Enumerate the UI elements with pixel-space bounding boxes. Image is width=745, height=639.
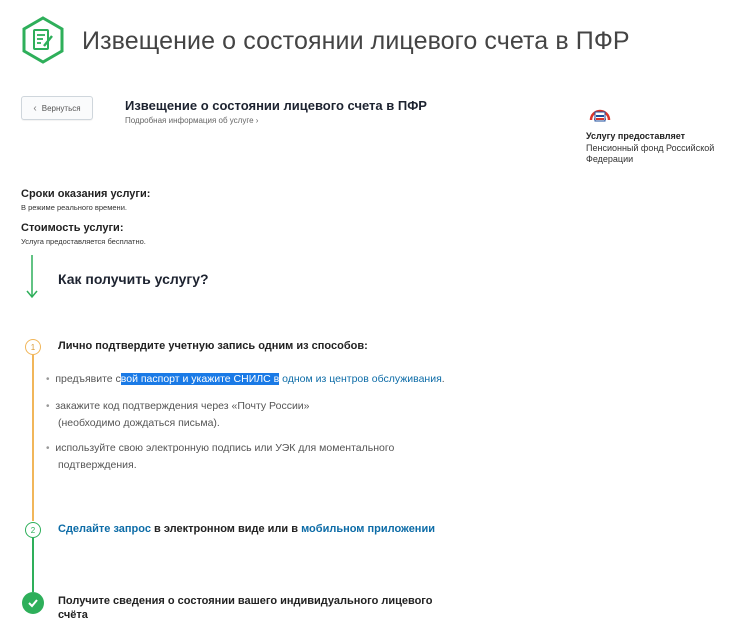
- how-to-get-title: Как получить услугу?: [58, 271, 209, 287]
- step-2-text: Сделайте запрос в электронном виде или в…: [58, 523, 435, 535]
- pfr-logo-icon: [589, 109, 611, 122]
- list-item: • закажите код подтверждения через «Почт…: [46, 400, 310, 429]
- timeline-line-orange: [32, 355, 34, 521]
- page-title: Извещение о состоянии лицевого счета в П…: [82, 27, 630, 55]
- checkmark-icon: [28, 599, 38, 608]
- provider-label: Услугу предоставляет: [586, 131, 686, 141]
- selected-text: вой паспорт и укажите СНИЛС в: [120, 373, 280, 385]
- list-item: • предъявите свой паспорт и укажите СНИЛ…: [46, 373, 445, 385]
- service-title: Извещение о состоянии лицевого счета в П…: [125, 98, 427, 113]
- cost-title: Стоимость услуги:: [21, 222, 124, 234]
- make-request-link[interactable]: Сделайте запрос: [58, 523, 151, 535]
- back-button-label: Вернуться: [41, 103, 81, 113]
- cost-value: Услуга предоставляется бесплатно.: [21, 237, 146, 246]
- step-1-number: 1: [25, 339, 41, 355]
- back-button[interactable]: ‹ Вернуться: [21, 96, 93, 120]
- service-logo-icon: [22, 16, 64, 64]
- list-item: • используйте свою электронную подпись и…: [46, 442, 395, 471]
- chevron-left-icon: ‹: [33, 102, 37, 114]
- terms-value: В режиме реального времени.: [21, 203, 127, 212]
- terms-title: Сроки оказания услуги:: [21, 188, 151, 200]
- step-2-number: 2: [25, 522, 41, 538]
- step-1-title: Лично подтвердите учетную запись одним и…: [58, 340, 368, 352]
- mobile-app-link[interactable]: мобильном приложении: [301, 523, 435, 535]
- arrow-down-icon: [26, 255, 38, 299]
- step-3-check-icon: [22, 592, 44, 614]
- service-details-link[interactable]: Подробная информация об услуге ›: [125, 116, 258, 125]
- step-3-text: Получите сведения о состоянии вашего инд…: [58, 595, 433, 621]
- provider-name: Пенсионный фонд Российской Федерации: [586, 143, 715, 164]
- chevron-right-icon: ›: [255, 116, 259, 125]
- service-centers-link[interactable]: одном из центров обслуживания: [282, 373, 442, 385]
- timeline-line-green: [32, 538, 34, 592]
